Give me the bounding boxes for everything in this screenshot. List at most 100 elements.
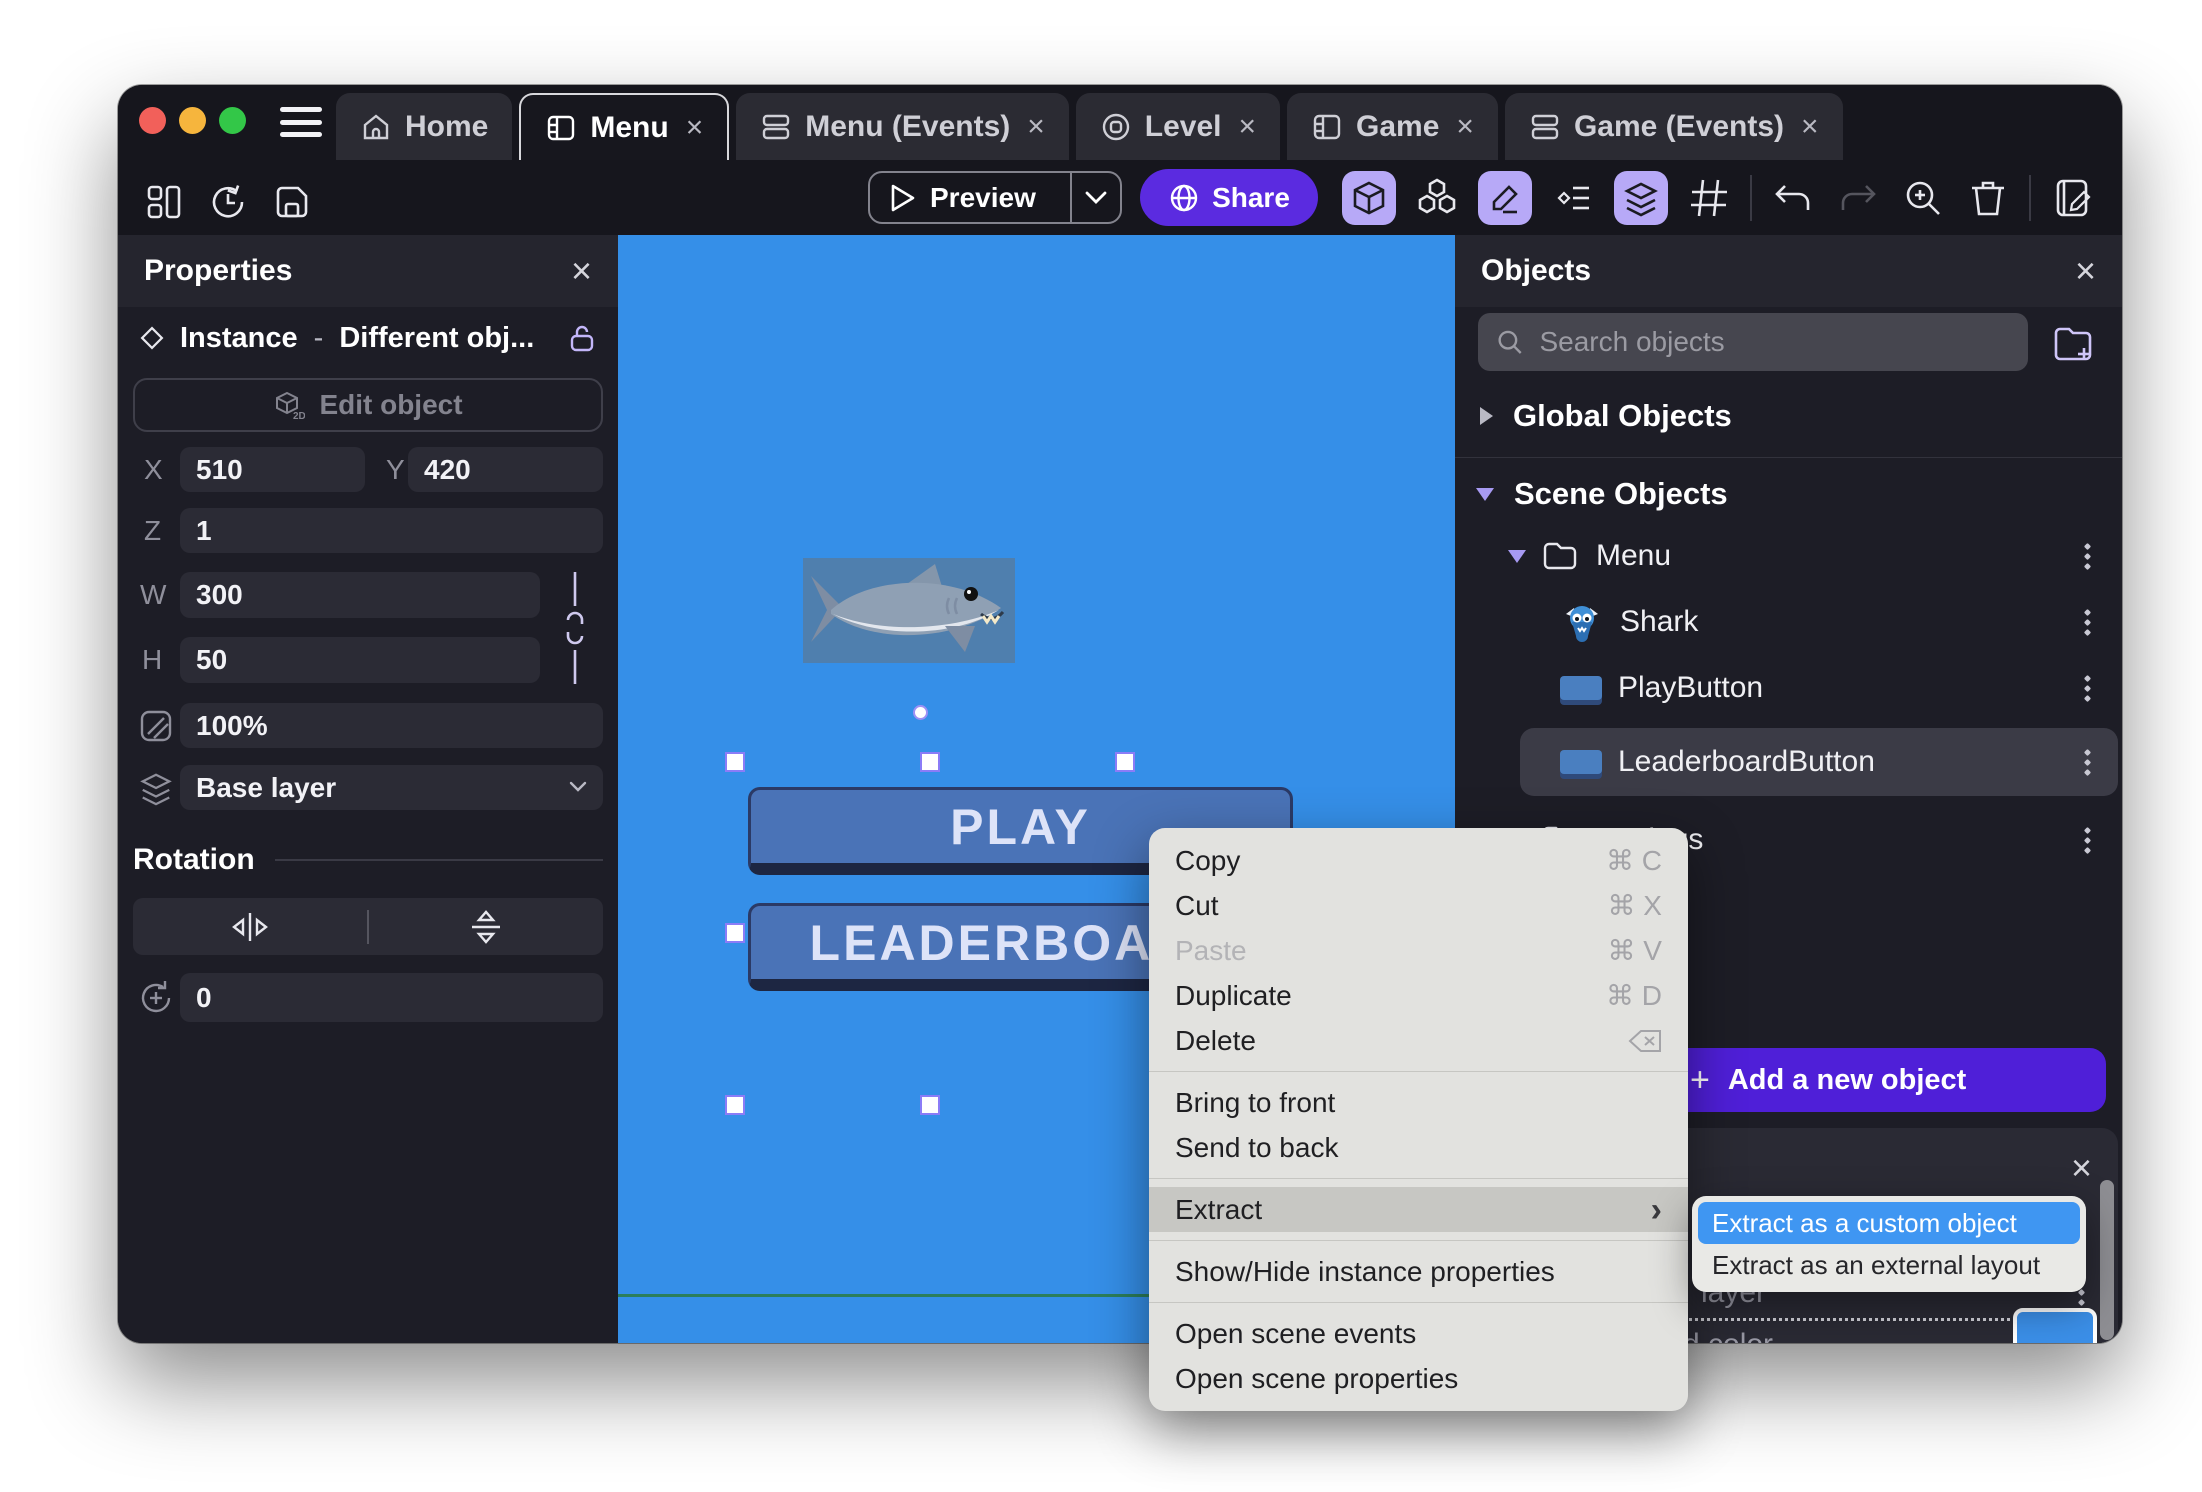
- object-label: LeaderboardButton: [1618, 745, 1875, 778]
- caret-down-icon[interactable]: [1508, 549, 1526, 563]
- preview-button[interactable]: Preview: [868, 171, 1122, 224]
- tab-close-icon[interactable]: ×: [1027, 110, 1045, 144]
- add-object-label: Add a new object: [1727, 1063, 1967, 1096]
- row-kebab-icon[interactable]: [2083, 826, 2092, 854]
- tab-close-icon[interactable]: ×: [686, 111, 704, 145]
- close-icon[interactable]: ×: [2075, 253, 2096, 289]
- menu-item-bring-to-front[interactable]: Bring to front: [1149, 1080, 1688, 1125]
- scene-objects-header[interactable]: Scene Objects: [1476, 476, 1728, 512]
- objects-panel-toggle[interactable]: [1342, 171, 1396, 225]
- tab-close-icon[interactable]: ×: [1456, 110, 1474, 144]
- object-groups-button[interactable]: [1413, 171, 1461, 225]
- scene-properties-button[interactable]: [2048, 171, 2096, 225]
- opacity-field[interactable]: [180, 703, 603, 748]
- layer-select[interactable]: [180, 765, 603, 810]
- flip-horizontal-button[interactable]: [133, 898, 367, 955]
- redo-button[interactable]: [1834, 171, 1882, 225]
- object-2d-icon: 2D: [276, 391, 305, 421]
- y-field[interactable]: [408, 447, 603, 492]
- layers-panel-toggle[interactable]: [1614, 171, 1668, 225]
- row-kebab-icon[interactable]: [2083, 674, 2092, 702]
- tab-close-icon[interactable]: ×: [1239, 110, 1257, 144]
- selection-handle[interactable]: [1115, 752, 1135, 772]
- shark-object[interactable]: [803, 558, 1015, 663]
- svg-text:2D: 2D: [293, 411, 305, 421]
- tab-home[interactable]: Home: [336, 93, 513, 160]
- menu-item-open-scene-properties[interactable]: Open scene properties: [1149, 1356, 1688, 1401]
- tab-game-events[interactable]: Game (Events) ×: [1504, 93, 1843, 160]
- delete-button[interactable]: [1964, 171, 2012, 225]
- z-field[interactable]: [180, 508, 603, 553]
- objects-title: Objects: [1481, 254, 1592, 287]
- grid-button[interactable]: [1685, 171, 1733, 225]
- selection-handle[interactable]: [920, 752, 940, 772]
- selection-handle[interactable]: [725, 1095, 745, 1115]
- folder-row-menu[interactable]: Menu: [1455, 528, 2122, 584]
- menu-item-duplicate[interactable]: Duplicate ⌘ D: [1149, 973, 1688, 1018]
- add-new-object-button[interactable]: + Add a new object: [1670, 1048, 2106, 1112]
- background-color-swatch[interactable]: [2013, 1308, 2097, 1343]
- menu-item-cut[interactable]: Cut ⌘ X: [1149, 883, 1688, 928]
- submenu-item-extract-custom-object[interactable]: Extract as a custom object: [1698, 1202, 2080, 1244]
- menu-item-show-hide-instance-properties[interactable]: Show/Hide instance properties: [1149, 1249, 1688, 1294]
- link-dimensions-icon[interactable]: [558, 572, 592, 684]
- tab-menu[interactable]: Menu ×: [519, 93, 730, 160]
- add-folder-icon[interactable]: [2051, 323, 2095, 365]
- close-icon[interactable]: ×: [571, 253, 592, 289]
- history-button[interactable]: [204, 175, 252, 229]
- row-kebab-icon[interactable]: [2083, 608, 2092, 636]
- object-row-shark[interactable]: Shark: [1455, 594, 2122, 650]
- zoom-button[interactable]: [1899, 171, 1947, 225]
- x-field[interactable]: [180, 447, 365, 492]
- undo-button[interactable]: [1769, 171, 1817, 225]
- menu-item-label: Show/Hide instance properties: [1175, 1255, 1555, 1287]
- h-field[interactable]: [180, 637, 540, 683]
- rotation-field[interactable]: [180, 973, 603, 1022]
- edit-mode-toggle[interactable]: [1478, 171, 1532, 225]
- instances-list-button[interactable]: [1549, 171, 1597, 225]
- menu-item-open-scene-events[interactable]: Open scene events: [1149, 1311, 1688, 1356]
- scrollbar-thumb[interactable]: [2100, 1180, 2114, 1340]
- search-input[interactable]: [1539, 326, 2010, 358]
- row-kebab-icon[interactable]: [2083, 748, 2092, 776]
- search-box[interactable]: [1478, 313, 2028, 371]
- save-button[interactable]: [268, 175, 316, 229]
- rotate-handle[interactable]: [913, 705, 928, 720]
- layout-panels-button[interactable]: [140, 175, 188, 229]
- selection-handle[interactable]: [920, 1095, 940, 1115]
- shortcut-label: ⌘ D: [1606, 980, 1662, 1011]
- grid-icon: [1691, 179, 1727, 217]
- tab-close-icon[interactable]: ×: [1801, 110, 1819, 144]
- selection-handle[interactable]: [725, 752, 745, 772]
- tab-game[interactable]: Game ×: [1287, 93, 1498, 160]
- submenu-item-extract-external-layout[interactable]: Extract as an external layout: [1698, 1244, 2080, 1286]
- traffic-light-zoom[interactable]: [219, 107, 246, 134]
- close-icon[interactable]: ×: [2071, 1150, 2092, 1186]
- menu-item-send-to-back[interactable]: Send to back: [1149, 1125, 1688, 1170]
- tab-menu-events[interactable]: Menu (Events) ×: [736, 93, 1069, 160]
- share-button[interactable]: Share: [1140, 169, 1318, 226]
- flip-vertical-button[interactable]: [369, 898, 603, 955]
- home-icon: [363, 113, 389, 139]
- play-button-label: PLAY: [950, 798, 1091, 855]
- menu-item-delete[interactable]: Delete: [1149, 1018, 1688, 1063]
- menu-item-label: Duplicate: [1175, 979, 1292, 1011]
- menu-item-copy[interactable]: Copy ⌘ C: [1149, 838, 1688, 883]
- object-row-leaderboardbutton[interactable]: LeaderboardButton: [1455, 734, 2122, 790]
- global-objects-header[interactable]: Global Objects: [1480, 398, 1732, 434]
- row-kebab-icon[interactable]: [2083, 542, 2092, 570]
- traffic-light-close[interactable]: [139, 107, 166, 134]
- menu-item-paste[interactable]: Paste ⌘ V: [1149, 928, 1688, 973]
- menu-item-extract[interactable]: Extract ›: [1149, 1187, 1688, 1232]
- caret-down-icon: [1476, 487, 1494, 501]
- edit-object-button[interactable]: 2D Edit object: [133, 378, 603, 432]
- preview-dropdown-button[interactable]: [1072, 191, 1120, 205]
- object-row-playbutton[interactable]: PlayButton: [1455, 660, 2122, 716]
- hamburger-menu-icon[interactable]: [280, 107, 322, 137]
- selection-handle[interactable]: [725, 923, 745, 943]
- traffic-light-minimize[interactable]: [179, 107, 206, 134]
- tab-level[interactable]: Level ×: [1075, 93, 1281, 160]
- w-field[interactable]: [180, 572, 540, 618]
- unlock-icon[interactable]: [568, 323, 596, 353]
- button-thumbnail: [1560, 676, 1602, 700]
